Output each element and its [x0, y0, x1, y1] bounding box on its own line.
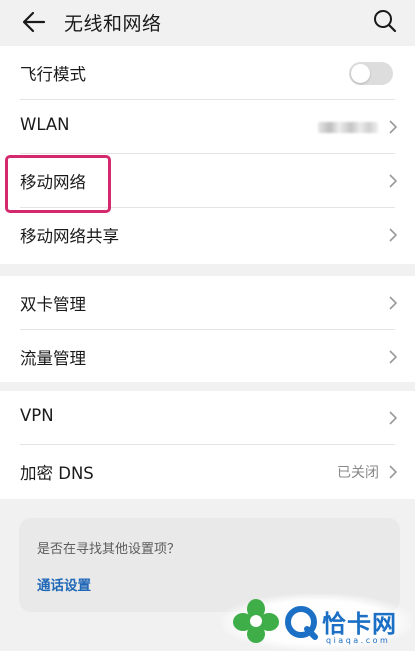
suggestion-question: 是否在寻找其他设置项？	[37, 542, 181, 557]
chevron-right-icon	[389, 465, 398, 479]
data-usage-row[interactable]: 流量管理	[0, 330, 415, 384]
row-label: 飞行模式	[20, 65, 86, 84]
clover-icon	[233, 599, 279, 643]
settings-group-2: 双卡管理 流量管理	[0, 276, 415, 382]
chevron-right-icon	[389, 228, 398, 242]
dual-sim-row[interactable]: 双卡管理	[0, 276, 415, 330]
encrypted-dns-row[interactable]: 加密 DNS 已关闭	[0, 445, 415, 499]
highlight-box	[5, 155, 111, 213]
mobile-hotspot-row[interactable]: 移动网络共享	[0, 208, 415, 262]
watermark-url: qiaqa.com	[326, 636, 391, 645]
dns-status-value: 已关闭	[337, 465, 379, 481]
row-label: WLAN	[20, 115, 70, 134]
airplane-mode-row[interactable]: 飞行模式	[0, 46, 415, 100]
watermark-name: 恰卡网	[322, 610, 397, 638]
row-label: 流量管理	[20, 349, 86, 368]
q-letter-icon	[285, 606, 318, 640]
call-settings-link[interactable]: 通话设置	[37, 574, 91, 594]
toggle-knob	[351, 64, 370, 83]
obscured-network-name	[318, 122, 378, 133]
arrow-left-icon[interactable]	[20, 8, 48, 36]
wlan-row[interactable]: WLAN	[0, 100, 415, 154]
watermark-logo: 恰卡网 qiaqa.com	[222, 594, 412, 650]
search-icon[interactable]	[372, 8, 398, 34]
chevron-right-icon	[389, 120, 398, 134]
chevron-right-icon	[389, 411, 398, 425]
row-label: 加密 DNS	[20, 464, 94, 483]
chevron-right-icon	[389, 296, 398, 310]
vpn-row[interactable]: VPN	[0, 391, 415, 445]
chevron-right-icon	[389, 174, 398, 188]
row-label: VPN	[20, 406, 54, 425]
app-header: 无线和网络	[0, 0, 415, 44]
airplane-mode-toggle[interactable]	[349, 62, 393, 85]
page-title: 无线和网络	[64, 13, 162, 35]
row-label: 移动网络共享	[20, 227, 119, 246]
settings-group-3: VPN 加密 DNS 已关闭	[0, 391, 415, 499]
row-label: 双卡管理	[20, 295, 86, 314]
chevron-right-icon	[389, 350, 398, 364]
